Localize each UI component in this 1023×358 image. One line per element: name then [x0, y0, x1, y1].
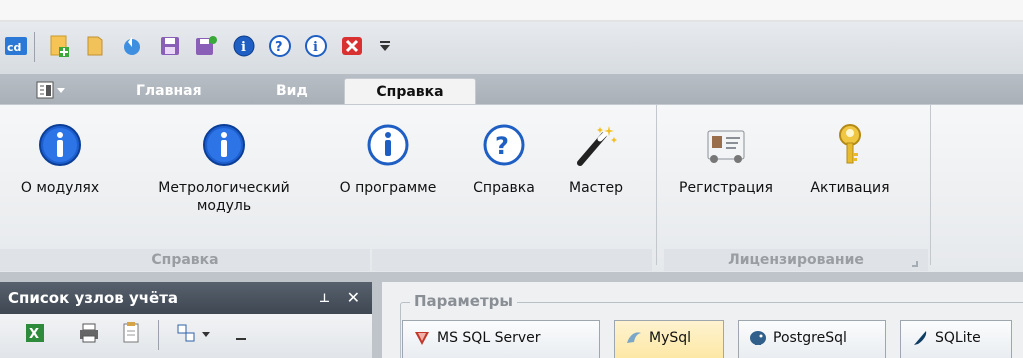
node-list-toolbar: X	[0, 314, 372, 358]
id-card-icon	[707, 130, 745, 163]
open-folder-icon[interactable]	[84, 34, 108, 58]
about-icon[interactable]: i	[304, 34, 328, 58]
info-large-icon	[39, 124, 81, 166]
group-label-licensing: Лицензирование	[664, 249, 928, 271]
quick-access-toolbar: cd i ? i	[0, 22, 1023, 74]
svg-text:X: X	[29, 327, 39, 342]
ribbon-panel: О модулях Метрологический модуль О прогр…	[0, 104, 1023, 272]
mysql-dolphin-icon	[627, 332, 641, 343]
node-list-title: Список узлов учёта	[8, 289, 179, 307]
refresh-icon[interactable]	[120, 34, 144, 58]
save-icon[interactable]	[158, 34, 182, 58]
print-icon[interactable]	[78, 322, 100, 344]
registration-button[interactable]: Регистрация	[664, 123, 788, 197]
report-icon[interactable]	[120, 322, 142, 344]
help-large-icon: ?	[483, 124, 525, 166]
save-as-icon[interactable]	[194, 34, 218, 58]
pin-icon[interactable]: ⊥	[319, 282, 330, 314]
group-launcher-icon[interactable]	[912, 261, 918, 267]
menu-icon	[36, 81, 65, 99]
app-logo-icon[interactable]: cd	[4, 34, 28, 58]
toolbar-separator	[34, 32, 35, 62]
about-large-icon	[367, 124, 409, 166]
group-separator	[656, 105, 657, 265]
tab-postgresql[interactable]: PostgreSql	[738, 320, 886, 358]
wizard-button[interactable]: Мастер	[556, 123, 636, 197]
help-icon[interactable]: ?	[268, 34, 292, 58]
ribbon-menu-button[interactable]	[36, 78, 96, 104]
sqlite-feather-icon	[914, 331, 927, 345]
svg-text:i: i	[313, 40, 318, 55]
activation-button[interactable]: Активация	[792, 123, 908, 197]
svg-text:i: i	[241, 40, 246, 55]
about-program-button[interactable]: О программе	[326, 123, 450, 197]
toolbar-separator	[158, 320, 159, 350]
svg-text:cd: cd	[7, 41, 21, 54]
parameters-legend: Параметры	[410, 292, 517, 310]
collapse-icon[interactable]	[236, 338, 246, 340]
postgresql-elephant-icon	[750, 331, 766, 345]
tab-mssql[interactable]: MS SQL Server	[402, 320, 600, 358]
close-icon[interactable]: ✕	[347, 282, 360, 314]
new-file-icon[interactable]	[48, 34, 72, 58]
svg-text:?: ?	[275, 40, 283, 55]
help-button[interactable]: ? Справка	[458, 123, 550, 197]
group-separator	[930, 105, 931, 265]
tab-sqlite[interactable]: SQLite	[900, 320, 1012, 358]
info-icon[interactable]: i	[232, 34, 256, 58]
tab-mssql-label: MS SQL Server	[437, 330, 541, 346]
metrology-module-button[interactable]: Метрологический модуль	[132, 123, 316, 215]
mssql-icon	[415, 332, 429, 345]
tab-postgresql-label: PostgreSql	[773, 330, 847, 346]
tab-home[interactable]: Главная	[136, 78, 202, 104]
node-list-title-bar: Список узлов учёта ⊥ ✕	[0, 282, 372, 314]
key-icon	[839, 124, 861, 164]
tab-mysql[interactable]: MySql	[614, 320, 724, 358]
tab-sqlite-label: SQLite	[935, 330, 981, 346]
excel-export-icon[interactable]: X	[24, 322, 46, 344]
info-large-icon	[203, 124, 245, 166]
node-list-panel: Список узлов учёта ⊥ ✕ X	[0, 282, 372, 358]
tree-expand-dropdown[interactable]	[176, 322, 216, 344]
tab-help[interactable]: Справка	[344, 78, 476, 104]
tab-mysql-label: MySql	[649, 330, 692, 346]
group-label-filler	[372, 249, 652, 271]
parameters-area: Параметры MS SQL Server MySql PostgreSql…	[382, 282, 1023, 358]
customize-dropdown-icon[interactable]	[378, 40, 402, 64]
magic-wand-icon	[577, 126, 617, 166]
about-modules-button[interactable]: О модулях	[4, 123, 116, 197]
group-label-help: Справка	[0, 249, 370, 271]
tab-view[interactable]: Вид	[276, 78, 308, 104]
close-red-icon[interactable]	[340, 34, 364, 58]
window-caption-strip	[0, 0, 1023, 22]
ribbon-tab-bar: Главная Вид Справка	[0, 74, 1023, 104]
svg-text:?: ?	[495, 132, 509, 160]
